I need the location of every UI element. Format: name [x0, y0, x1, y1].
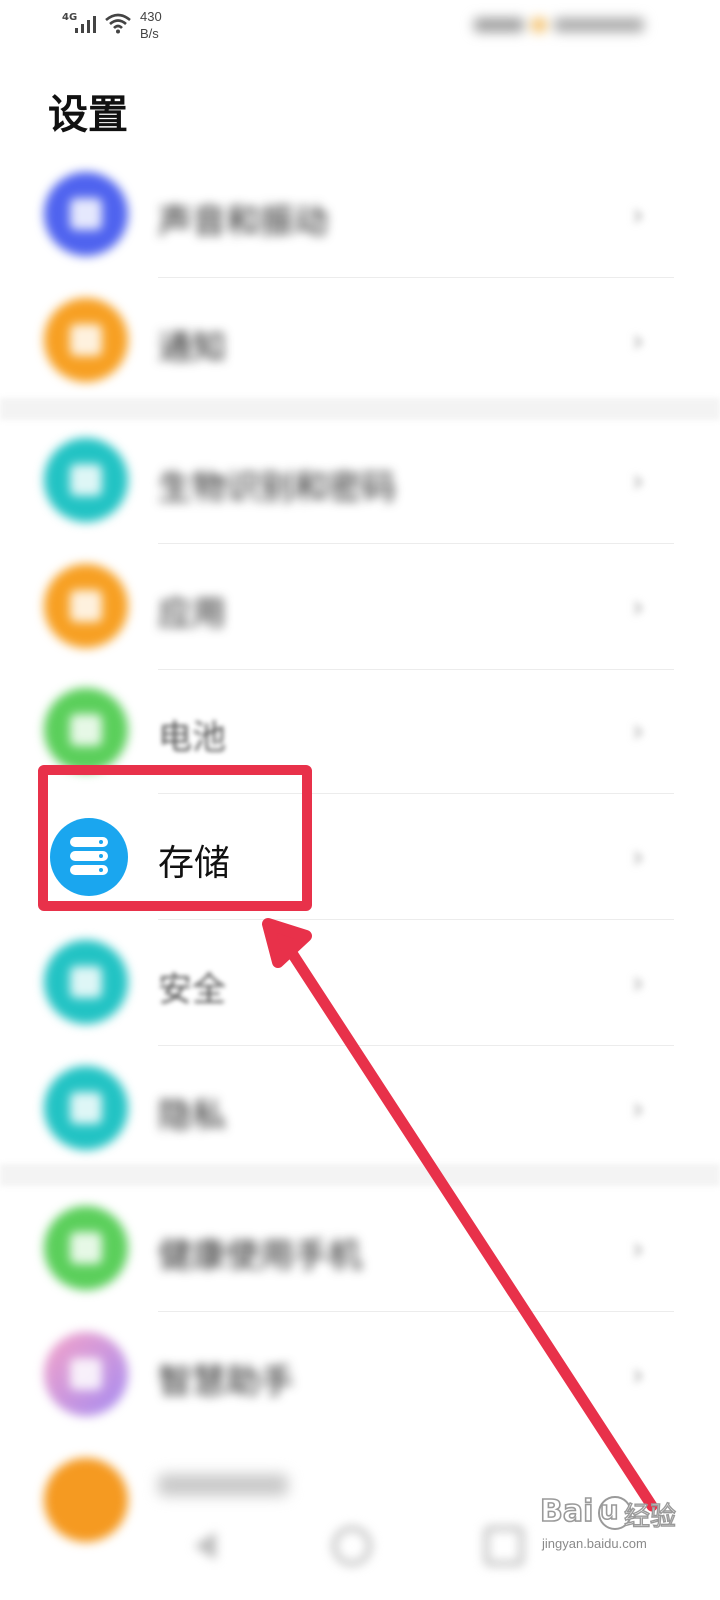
settings-screen: 4G 430 B/s 设置 声音和振动 › 通知 › 生物识别和密码 › 应用 …	[0, 0, 720, 1600]
chevron-right-icon: ›	[632, 966, 644, 1001]
assistant-icon	[44, 1332, 128, 1416]
chevron-right-icon: ›	[632, 1358, 644, 1393]
settings-item-privacy[interactable]: 隐私 ›	[0, 1046, 720, 1172]
chevron-right-icon: ›	[632, 198, 644, 233]
section-separator	[0, 1164, 720, 1186]
settings-item-sound[interactable]: 声音和振动 ›	[0, 152, 720, 278]
settings-item-digital-balance[interactable]: 健康使用手机 ›	[0, 1186, 720, 1312]
settings-item-label: 电池	[158, 718, 226, 758]
home-icon[interactable]	[332, 1526, 372, 1566]
chevron-right-icon: ›	[632, 840, 644, 875]
chevron-right-icon: ›	[632, 324, 644, 359]
baidu-jingyan-watermark: Bai u 经验 jingyan.baidu.com	[539, 1493, 680, 1564]
battery-icon	[44, 688, 128, 772]
settings-item-label: 通知	[158, 328, 226, 368]
chevron-right-icon: ›	[632, 1232, 644, 1267]
settings-item-assistant[interactable]: 智慧助手 ›	[0, 1312, 720, 1438]
apps-grid-icon	[44, 564, 128, 648]
network-speed: 430 B/s	[140, 8, 162, 42]
privacy-icon	[44, 1066, 128, 1150]
page-title: 设置	[48, 92, 128, 138]
speaker-icon	[44, 172, 128, 256]
section-separator	[0, 398, 720, 420]
watermark-cn: 经验	[623, 1501, 677, 1532]
settings-item-label: 生物识别和密码	[158, 468, 396, 508]
wifi-icon	[105, 13, 131, 34]
watermark-brand: Bai	[539, 1493, 594, 1530]
network-speed-unit: B/s	[140, 26, 159, 41]
key-icon	[44, 438, 128, 522]
settings-item-apps[interactable]: 应用 ›	[0, 544, 720, 670]
back-icon[interactable]	[184, 1526, 224, 1566]
recents-icon[interactable]	[484, 1526, 524, 1566]
settings-item-label: 隐私	[158, 1096, 226, 1136]
watermark-brand-suffix: u	[599, 1495, 619, 1527]
hourglass-icon	[44, 1206, 128, 1290]
settings-item-label: 声音和振动	[158, 202, 328, 242]
settings-item-security[interactable]: 安全 ›	[0, 920, 720, 1046]
shield-icon	[44, 940, 128, 1024]
status-right-blurred	[470, 14, 648, 36]
network-speed-value: 430	[140, 9, 162, 24]
chevron-right-icon: ›	[632, 464, 644, 499]
settings-item-label: 安全	[158, 970, 226, 1010]
bell-icon	[44, 298, 128, 382]
chevron-right-icon: ›	[632, 590, 644, 625]
settings-item-label: 健康使用手机	[158, 1236, 362, 1276]
watermark-url: jingyan.baidu.com	[542, 1536, 647, 1551]
settings-item-notifications[interactable]: 通知 ›	[0, 278, 720, 404]
chevron-right-icon: ›	[632, 714, 644, 749]
signal-icon	[75, 16, 96, 33]
status-bar: 4G 430 B/s	[0, 0, 720, 60]
chevron-right-icon: ›	[632, 1092, 644, 1127]
settings-item-label: 智慧助手	[158, 1362, 294, 1402]
settings-item-label: 应用	[158, 594, 226, 634]
settings-item-biometrics[interactable]: 生物识别和密码 ›	[0, 418, 720, 544]
annotation-highlight-box	[38, 765, 312, 911]
